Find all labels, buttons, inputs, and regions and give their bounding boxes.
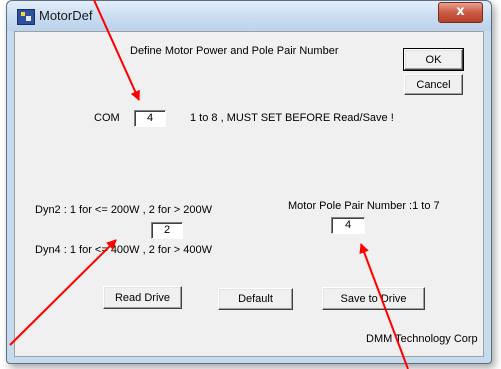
dyn4-rule-text: Dyn4 : 1 for <= 400W , 2 for > 400W (35, 244, 213, 256)
close-icon: x (456, 4, 465, 19)
app-icon (17, 9, 35, 25)
com-label: COM (94, 112, 120, 124)
com-hint: 1 to 8 , MUST SET BEFORE Read/Save ! (190, 112, 394, 124)
ok-button[interactable]: OK (403, 48, 464, 71)
dyn2-rule-text: Dyn2 : 1 for <= 200W , 2 for > 200W (35, 204, 213, 216)
read-drive-button[interactable]: Read Drive (103, 286, 182, 309)
dialog-heading: Define Motor Power and Pole Pair Number (130, 45, 339, 57)
dyn-power-input[interactable]: 2 (151, 222, 183, 239)
dialog-client-area: Define Motor Power and Pole Pair Number … (14, 31, 484, 357)
save-to-drive-button[interactable]: Save to Drive (322, 287, 425, 310)
window-title: MotorDef (39, 8, 93, 23)
close-button[interactable]: x (438, 2, 483, 23)
pole-pair-label: Motor Pole Pair Number :1 to 7 (288, 200, 440, 212)
cancel-button[interactable]: Cancel (404, 74, 463, 95)
com-port-input[interactable]: 4 (134, 110, 166, 127)
pole-pair-input[interactable]: 4 (331, 217, 365, 234)
default-button[interactable]: Default (218, 288, 293, 310)
company-label: DMM Technology Corp (366, 333, 478, 345)
motordef-window: MotorDef x Define Motor Power and Pole P… (6, 0, 492, 364)
title-bar[interactable]: MotorDef x (7, 1, 491, 31)
